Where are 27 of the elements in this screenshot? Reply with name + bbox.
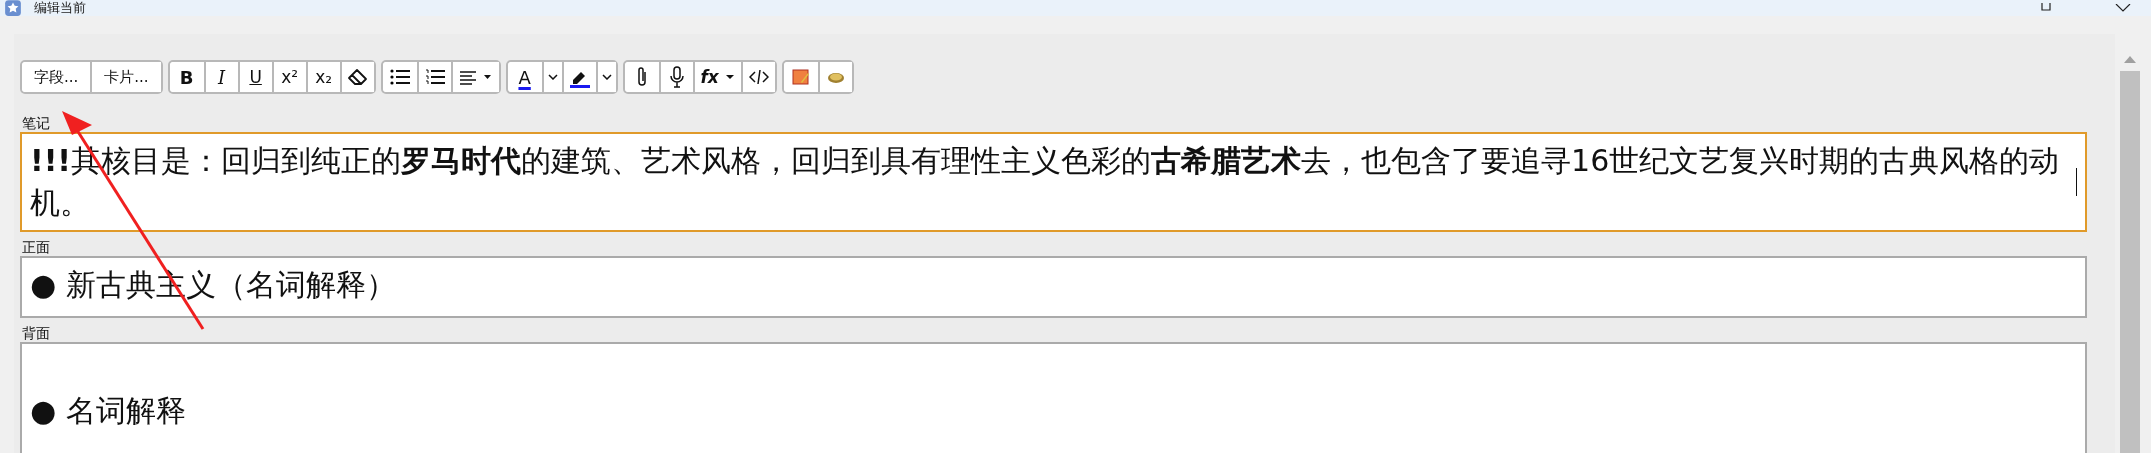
cards-button[interactable]: 卡片... bbox=[90, 62, 161, 92]
eraser-icon bbox=[346, 68, 369, 86]
code-icon bbox=[748, 69, 769, 85]
paperclip-icon bbox=[635, 66, 648, 88]
caret-icon bbox=[724, 74, 735, 80]
bullet-list-icon bbox=[389, 69, 410, 85]
caret-icon bbox=[547, 74, 558, 80]
field-label: 正面 bbox=[21, 238, 51, 256]
restore-icon[interactable] bbox=[2039, 3, 2053, 13]
close-icon[interactable] bbox=[2115, 4, 2131, 12]
caret-icon bbox=[601, 74, 612, 80]
field-editor[interactable]: ● 名词解释 bbox=[20, 342, 2087, 453]
scroll-thumb[interactable] bbox=[2120, 71, 2140, 453]
numbered-list-icon bbox=[424, 69, 445, 85]
app-icon bbox=[4, 0, 22, 16]
image-edit-icon bbox=[791, 68, 810, 86]
field-label: 背面 bbox=[21, 324, 51, 342]
window-title: 编辑当前 bbox=[34, 0, 86, 16]
field-label: 笔记 bbox=[21, 114, 51, 132]
microphone-icon bbox=[669, 66, 684, 88]
align-icon bbox=[459, 69, 492, 85]
html-editor-button[interactable] bbox=[740, 62, 775, 92]
dropdown-button[interactable] bbox=[595, 62, 616, 92]
eraser-button[interactable] bbox=[339, 62, 374, 92]
audio-button[interactable] bbox=[817, 62, 852, 92]
field-text: ● 名词解释 bbox=[30, 392, 186, 430]
align-button[interactable] bbox=[450, 62, 499, 92]
